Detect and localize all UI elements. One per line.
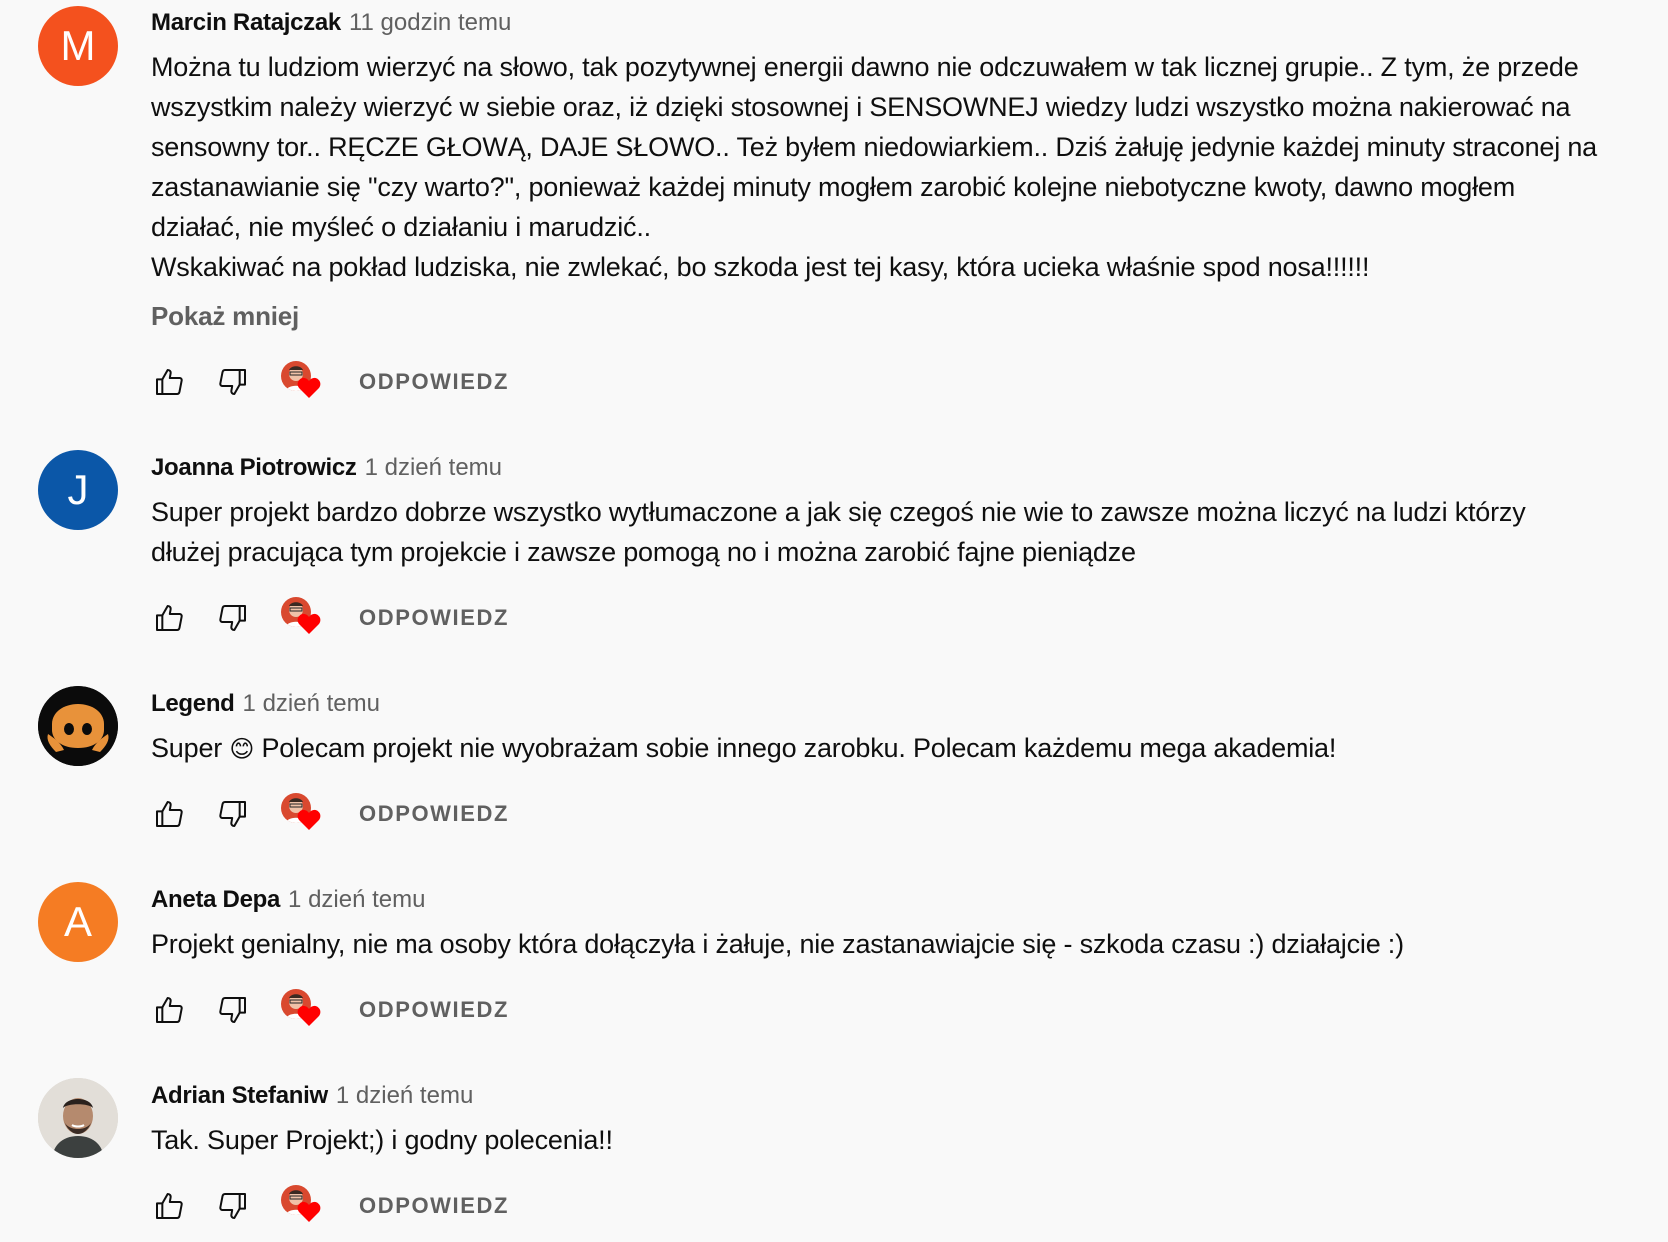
comment-text-line: Tak. Super Projekt;) i godny polecenia!! xyxy=(151,1125,613,1155)
heart-icon xyxy=(297,613,321,634)
thumbs-up-icon xyxy=(156,369,183,395)
author-name[interactable]: Aneta Depa xyxy=(151,886,280,913)
thumbs-down-icon xyxy=(219,605,246,631)
dislike-button[interactable] xyxy=(215,1188,251,1224)
thumbs-up-icon xyxy=(156,605,183,631)
author-name[interactable]: Marcin Ratajczak xyxy=(151,9,341,36)
author-name[interactable]: Legend xyxy=(151,690,235,717)
timestamp[interactable]: 11 godzin temu xyxy=(349,9,511,36)
comment-text-line: Super 😊 Polecam projekt nie wyobrażam so… xyxy=(151,728,1656,770)
timestamp[interactable]: 1 dzień temu xyxy=(365,454,502,481)
like-button[interactable] xyxy=(151,992,187,1028)
comments-section: M Marcin Ratajczak 11 godzin temu Można t… xyxy=(0,0,1668,1242)
dislike-button[interactable] xyxy=(215,600,251,636)
thumbs-down-icon xyxy=(219,369,246,395)
creator-heart-badge xyxy=(281,989,323,1031)
dislike-button[interactable] xyxy=(215,992,251,1028)
reply-button[interactable]: ODPOWIEDZ xyxy=(359,801,509,827)
legend-avatar-icon xyxy=(38,686,118,766)
author-name[interactable]: Adrian Stefaniw xyxy=(151,1082,328,1109)
like-button[interactable] xyxy=(151,1188,187,1224)
comment-text-line: dłużej pracująca tym projekcie i zawsze … xyxy=(151,537,1136,567)
user-photo-avatar xyxy=(38,1078,118,1158)
comment-text-line: Super projekt bardzo dobrze wszystko wyt… xyxy=(151,497,1526,527)
avatar[interactable] xyxy=(38,1078,118,1158)
reply-button[interactable]: ODPOWIEDZ xyxy=(359,1193,509,1219)
comment-text: Super 😊 Polecam projekt nie wyobrażam so… xyxy=(151,728,1656,770)
dislike-button[interactable] xyxy=(215,364,251,400)
comment-text-line: działać, nie myśleć o działaniu i marudz… xyxy=(151,212,651,242)
heart-icon xyxy=(297,1005,321,1026)
avatar-letter: J xyxy=(67,466,89,513)
comment-header: Aneta Depa 1 dzień temu xyxy=(151,880,1656,920)
comment-text-line: wszystkim należy wierzyć w siebie oraz, … xyxy=(151,92,1571,122)
comment-text-line: Wskakiwać na pokład ludziska, nie zwleka… xyxy=(151,252,1370,282)
comment-actions: ODPOWIEDZ xyxy=(151,360,509,404)
heart-icon xyxy=(297,1201,321,1222)
comment-text-line: zastanawianie się "czy warto?", ponieważ… xyxy=(151,172,1516,202)
dislike-button[interactable] xyxy=(215,796,251,832)
thumbs-down-icon xyxy=(219,997,246,1023)
thumbs-up-icon xyxy=(156,997,183,1023)
comment-text: Tak. Super Projekt;) i godny polecenia!! xyxy=(151,1120,1656,1160)
like-button[interactable] xyxy=(151,796,187,832)
author-name[interactable]: Joanna Piotrowicz xyxy=(151,454,357,481)
creator-heart-badge xyxy=(281,597,323,639)
comment-header: Joanna Piotrowicz 1 dzień temu xyxy=(151,448,1656,488)
comment-actions: ODPOWIEDZ xyxy=(151,596,509,640)
show-less-link[interactable]: Pokaż mniej xyxy=(151,301,1656,332)
comment-text-line: sensowny tor.. RĘCZE GŁOWĄ, DAJE SŁOWO..… xyxy=(151,132,1597,162)
text-segment: Super xyxy=(151,733,230,763)
avatar[interactable]: M xyxy=(38,6,118,86)
comment-actions: ODPOWIEDZ xyxy=(151,988,509,1032)
comment-header: Adrian Stefaniw 1 dzień temu xyxy=(151,1076,1656,1116)
heart-icon xyxy=(297,377,321,398)
reply-button[interactable]: ODPOWIEDZ xyxy=(359,997,509,1023)
like-button[interactable] xyxy=(151,364,187,400)
reply-button[interactable]: ODPOWIEDZ xyxy=(359,605,509,631)
avatar[interactable]: J xyxy=(38,450,118,530)
smile-emoji-icon: 😊 xyxy=(229,736,255,763)
creator-heart-badge xyxy=(281,793,323,835)
creator-heart-badge xyxy=(281,361,323,403)
creator-heart-badge xyxy=(281,1185,323,1227)
like-button[interactable] xyxy=(151,600,187,636)
comment-text: Projekt genialny, nie ma osoby która doł… xyxy=(151,924,1656,964)
avatar-letter: M xyxy=(60,22,96,69)
avatar-letter: A xyxy=(63,898,92,945)
comment-actions: ODPOWIEDZ xyxy=(151,1184,509,1228)
comment-text: Można tu ludziom wierzyć na słowo, tak p… xyxy=(151,47,1656,287)
text-segment: Polecam projekt nie wyobrażam sobie inne… xyxy=(254,733,1337,763)
heart-icon xyxy=(297,809,321,830)
avatar[interactable] xyxy=(38,686,118,766)
comment-text-line: Można tu ludziom wierzyć na słowo, tak p… xyxy=(151,52,1579,82)
comment-actions: ODPOWIEDZ xyxy=(151,792,509,836)
thumbs-down-icon xyxy=(219,1193,246,1219)
thumbs-up-icon xyxy=(156,801,183,827)
comment-header: Legend 1 dzień temu xyxy=(151,684,1656,724)
timestamp[interactable]: 1 dzień temu xyxy=(336,1082,473,1109)
comment-text: Super projekt bardzo dobrze wszystko wyt… xyxy=(151,492,1656,572)
avatar[interactable]: A xyxy=(38,882,118,962)
thumbs-up-icon xyxy=(156,1193,183,1219)
thumbs-down-icon xyxy=(219,801,246,827)
comment-text-line: Projekt genialny, nie ma osoby która doł… xyxy=(151,929,1404,959)
timestamp[interactable]: 1 dzień temu xyxy=(243,690,380,717)
reply-button[interactable]: ODPOWIEDZ xyxy=(359,369,509,395)
timestamp[interactable]: 1 dzień temu xyxy=(288,886,425,913)
comment-header: Marcin Ratajczak 11 godzin temu xyxy=(151,3,1656,43)
